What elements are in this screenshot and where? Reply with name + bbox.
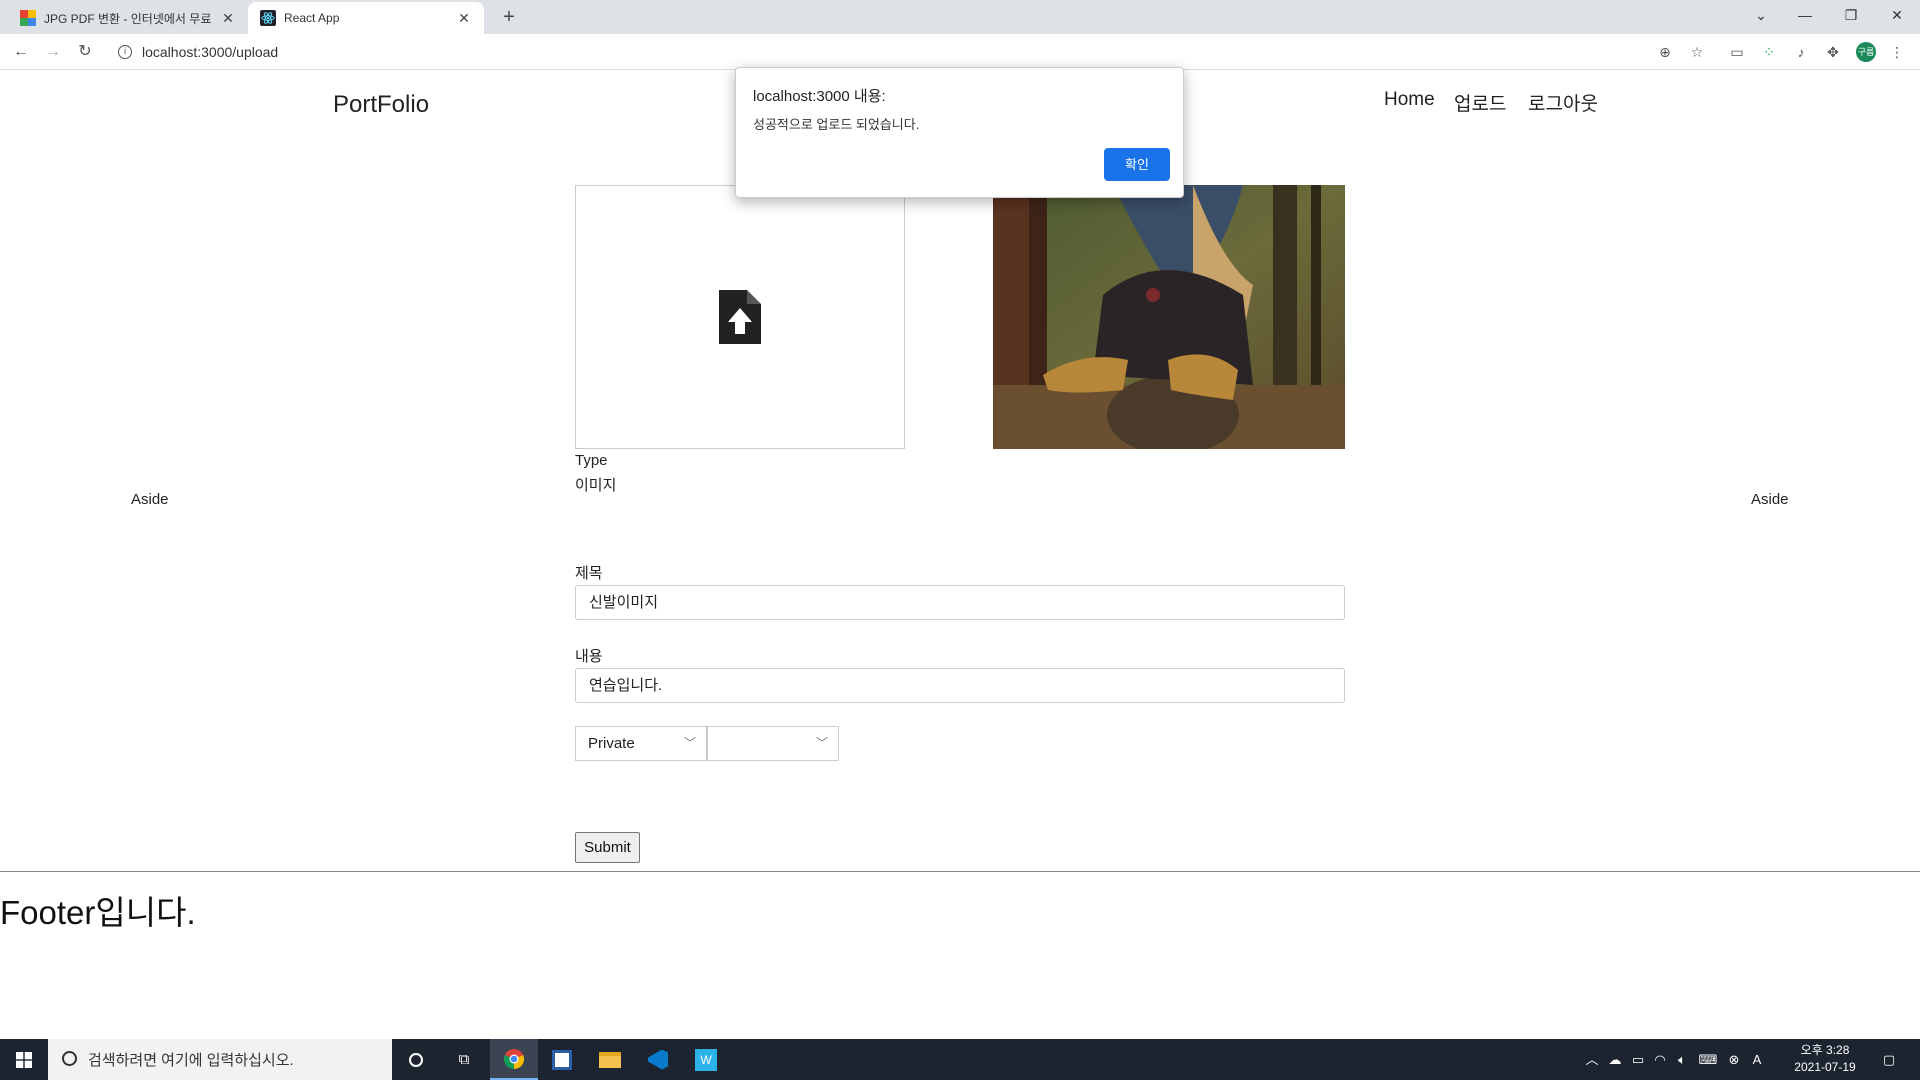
tab-search-icon[interactable]: ⌄ (1738, 0, 1784, 30)
privacy-select[interactable]: Private ﹀ (575, 726, 707, 761)
browser-tab-strip: JPG PDF 변환 - 인터넷에서 무료 ✕ React App ✕ + ⌄ … (0, 0, 1920, 34)
reload-icon[interactable]: ↻ (73, 41, 97, 63)
type-value: 이미지 (575, 477, 617, 494)
react-favicon-icon (260, 10, 276, 26)
file-upload-icon (719, 290, 761, 344)
content-input[interactable]: 연습입니다. (575, 668, 1345, 703)
profile-avatar[interactable]: 구름 (1856, 42, 1876, 62)
extensions-puzzle-icon[interactable]: ✥ (1824, 43, 1842, 61)
title-input[interactable]: 신발이미지 (575, 585, 1345, 620)
windows-taskbar: 검색하려면 여기에 입력하십시오. ⧉ W ︿ ☁ ▭ ◠ 🔈︎ ⌨ ⊗ A 오… (0, 1039, 1920, 1080)
browser-tab-jpg-pdf[interactable]: JPG PDF 변환 - 인터넷에서 무료 ✕ (8, 2, 248, 34)
task-view-icon[interactable]: ⧉ (440, 1039, 488, 1080)
nav-home[interactable]: Home (1384, 89, 1435, 111)
aside-left: Aside (131, 491, 169, 508)
clock-date: 2021-07-19 (1794, 1060, 1856, 1074)
cortana-icon[interactable] (392, 1039, 440, 1080)
site-info-icon[interactable]: i (118, 45, 132, 59)
keyboard-icon[interactable]: ⌨ (1696, 1039, 1720, 1080)
cast-icon[interactable]: ▭ (1728, 43, 1746, 61)
close-window-button[interactable]: ✕ (1874, 0, 1920, 30)
search-icon (62, 1051, 77, 1066)
taskbar-search-placeholder: 검색하려면 여기에 입력하십시오. (88, 1052, 294, 1069)
volume-icon[interactable]: 🔈︎ (1672, 1039, 1692, 1080)
submit-button[interactable]: Submit (575, 832, 640, 863)
type-label: Type (575, 452, 608, 469)
aside-right: Aside (1751, 491, 1789, 508)
alert-ok-button[interactable]: 확인 (1104, 148, 1170, 181)
colorful-favicon-icon (20, 10, 36, 26)
brand-logo[interactable]: PortFolio (333, 91, 429, 119)
page-content: PortFolio Home 업로드 로그아웃 Aside Aside Type… (0, 71, 1920, 1039)
alert-title: localhost:3000 내용: (753, 88, 886, 105)
alert-dialog: localhost:3000 내용: 성공적으로 업로드 되었습니다. 확인 (735, 67, 1184, 198)
battery-icon[interactable]: ▭ (1628, 1039, 1648, 1080)
chrome-logo-icon (503, 1048, 525, 1069)
action-center-icon[interactable]: ▢ (1874, 1039, 1904, 1080)
tray-overflow-icon[interactable]: ︿ (1582, 1039, 1602, 1080)
zoom-icon[interactable]: ⊕ (1656, 43, 1674, 61)
chevron-down-icon: ﹀ (815, 736, 828, 750)
minimize-button[interactable]: — (1782, 0, 1828, 30)
address-bar[interactable]: i localhost:3000/upload (108, 38, 1702, 66)
footer-text: Footer입니다. (0, 894, 196, 931)
uploaded-image-preview (993, 185, 1345, 449)
taskbar-search-box[interactable]: 검색하려면 여기에 입력하십시오. (48, 1039, 392, 1080)
menu-kebab-icon[interactable]: ⋮ (1888, 43, 1906, 61)
media-icon[interactable]: ♪ (1792, 43, 1810, 61)
forward-icon[interactable]: → (41, 41, 65, 63)
ime-indicator[interactable]: A (1746, 1039, 1768, 1080)
tab-title: JPG PDF 변환 - 인터넷에서 무료 (44, 11, 212, 26)
tab-title: React App (284, 11, 340, 25)
windows-logo-icon (16, 1051, 32, 1068)
title-label: 제목 (575, 565, 603, 582)
nav-logout[interactable]: 로그아웃 (1528, 89, 1598, 116)
category-select[interactable]: ﹀ (707, 726, 839, 761)
onedrive-icon[interactable]: ☁ (1604, 1039, 1626, 1080)
extension-dots-icon[interactable]: ⁘ (1760, 43, 1778, 61)
chrome-taskbar-icon[interactable] (490, 1039, 538, 1080)
file-dropzone[interactable] (575, 185, 905, 449)
new-tab-button[interactable]: + (496, 5, 522, 31)
start-button[interactable] (0, 1039, 48, 1080)
whale-app-icon[interactable]: W (682, 1039, 730, 1080)
wifi-icon[interactable]: ◠ (1650, 1039, 1670, 1080)
content-label: 내용 (575, 648, 603, 665)
restore-button[interactable]: ❐ (1828, 0, 1874, 30)
bookmark-star-icon[interactable]: ☆ (1688, 43, 1706, 61)
chevron-down-icon: ﹀ (683, 736, 696, 750)
file-explorer-icon[interactable] (586, 1039, 634, 1080)
footer: Footer입니다. (0, 871, 1920, 1039)
taskbar-clock[interactable]: 오후 3:28 2021-07-19 (1790, 1042, 1860, 1076)
browser-tab-react-app[interactable]: React App ✕ (248, 2, 484, 34)
vscode-icon[interactable] (634, 1039, 682, 1080)
store-app-icon[interactable] (538, 1039, 586, 1080)
nav-upload[interactable]: 업로드 (1454, 89, 1506, 116)
back-icon[interactable]: ← (9, 41, 33, 63)
notification-off-icon[interactable]: ⊗ (1724, 1039, 1744, 1080)
alert-message: 성공적으로 업로드 되었습니다. (753, 117, 920, 132)
browser-toolbar: ← → ↻ i localhost:3000/upload ⊕ ☆ ▭ ⁘ ♪ … (0, 34, 1920, 70)
tab-close-icon[interactable]: ✕ (220, 10, 236, 27)
clock-time: 오후 3:28 (1800, 1043, 1850, 1057)
url-text: localhost:3000/upload (142, 44, 279, 60)
tab-close-icon[interactable]: ✕ (456, 10, 472, 27)
privacy-select-value: Private (588, 735, 635, 752)
forest-photo-image (993, 185, 1345, 449)
